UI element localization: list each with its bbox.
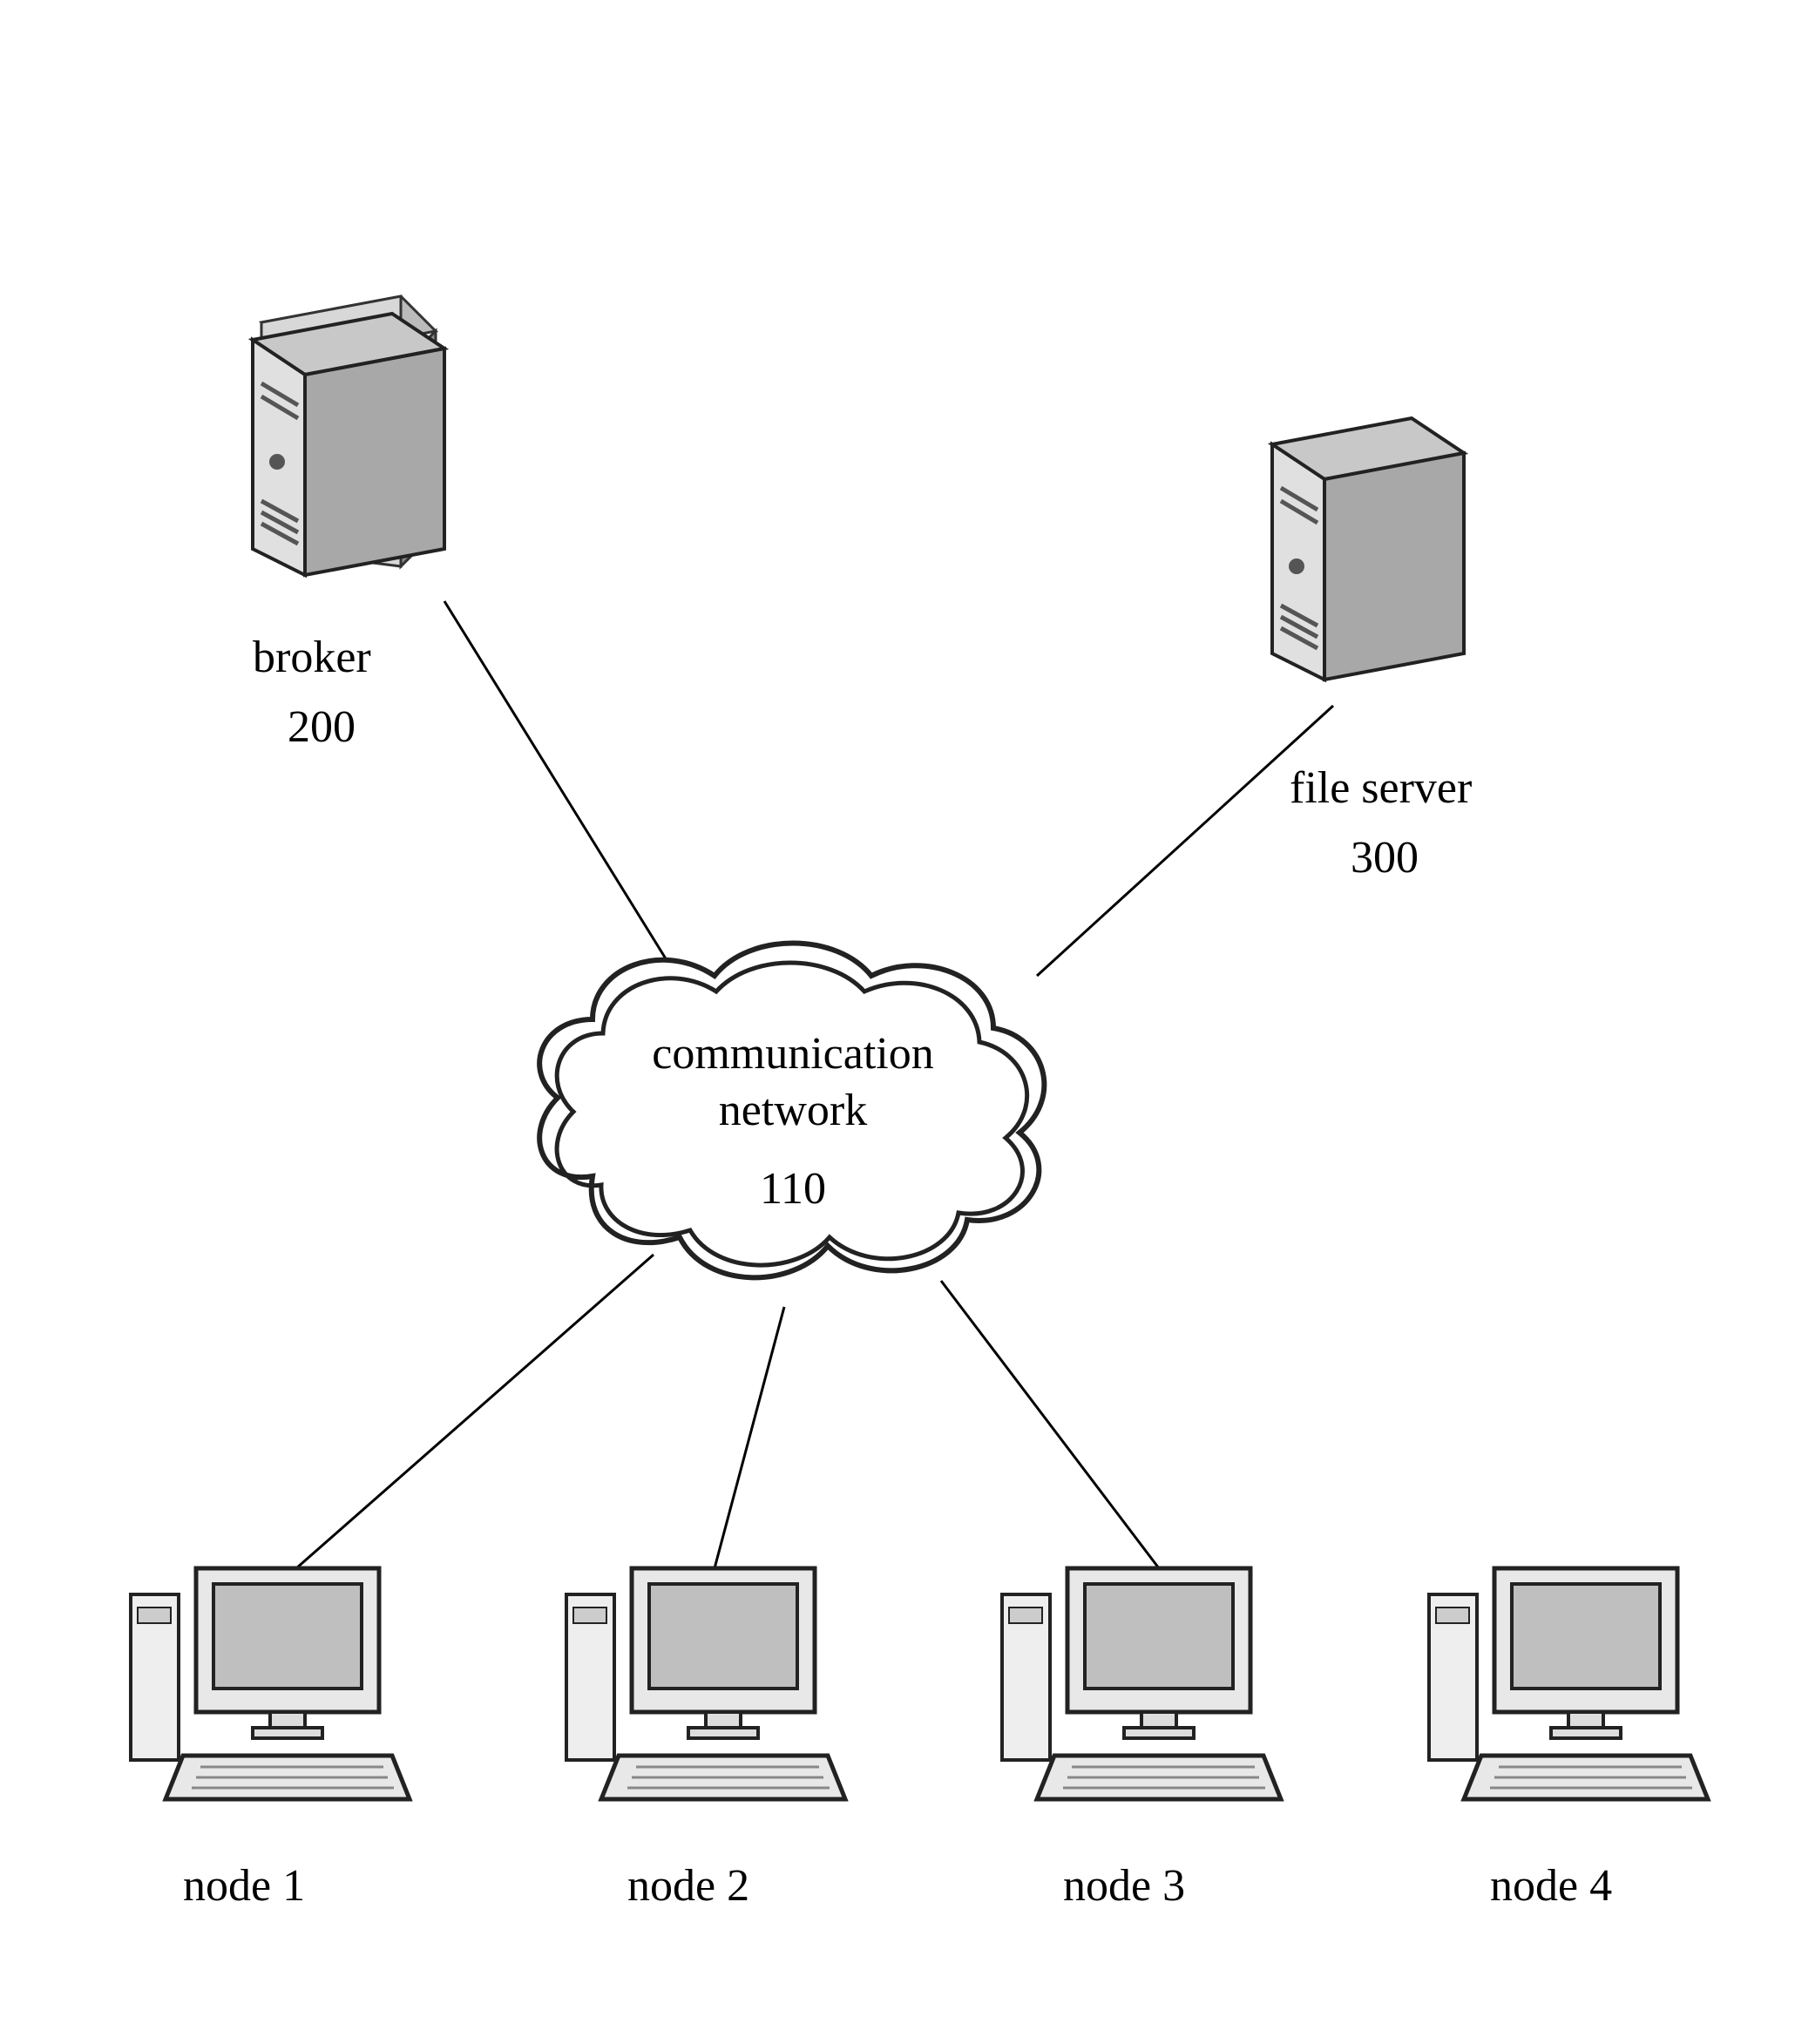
file-server-label: file server — [1290, 758, 1472, 819]
diagram-canvas: broker 200 file server 300 communica — [0, 0, 1795, 2044]
broker-ref: 200 — [288, 697, 356, 758]
node-3-label: node 3 — [1063, 1856, 1185, 1917]
broker-label: broker — [253, 627, 371, 688]
broker-server-icon — [227, 288, 453, 584]
node-4-icon — [1420, 1560, 1717, 1812]
node-4-label: node 4 — [1490, 1856, 1612, 1917]
node-2-icon — [558, 1560, 854, 1812]
node-1-label: node 1 — [183, 1856, 305, 1917]
node-2-label: node 2 — [627, 1856, 749, 1917]
node-1-icon — [122, 1560, 418, 1812]
cloud-label-line2: network — [627, 1080, 958, 1141]
cloud-label-line1: communication — [627, 1024, 958, 1085]
node-3-icon — [993, 1560, 1290, 1812]
file-server-icon — [1246, 392, 1473, 688]
file-server-ref: 300 — [1351, 828, 1419, 889]
cloud-ref: 110 — [627, 1159, 958, 1220]
